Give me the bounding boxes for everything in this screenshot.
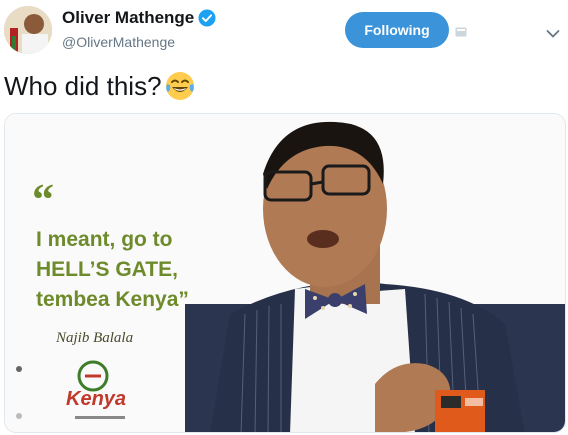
quote-line-3: tembea Kenya” [36,288,189,311]
verified-badge-icon [198,9,216,27]
notification-icon[interactable] [455,24,467,37]
tweet-text: Who did this? [4,70,196,102]
chevron-down-icon[interactable] [546,26,560,38]
tears-of-joy-emoji-icon [164,70,196,102]
quote-line-2: HELL’S GATE, [36,258,178,281]
avatar[interactable] [4,6,52,54]
name-row: Oliver Mathenge [62,8,216,28]
magical-kenya-logo: Kenya [66,388,127,410]
tweet-header: Oliver Mathenge @OliverMathenge Followin… [0,0,568,62]
open-quote-mark: “ [32,175,54,224]
quote-signature: Najib Balala [56,330,134,346]
user-handle[interactable]: @OliverMathenge [62,34,175,50]
following-button[interactable]: Following [345,12,449,48]
quote-line-1: I meant, go to [36,228,173,251]
display-name[interactable]: Oliver Mathenge [62,8,194,28]
tweet-text-content: Who did this? [4,70,162,101]
